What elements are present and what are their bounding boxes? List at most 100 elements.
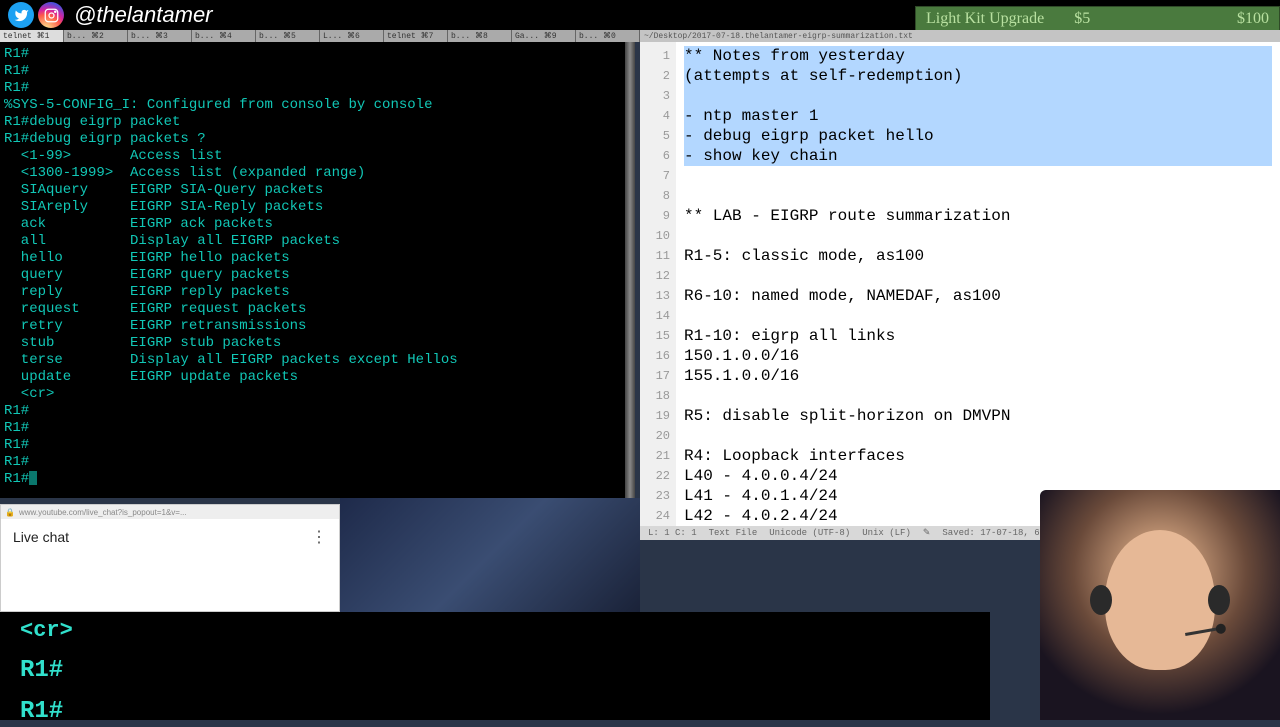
- terminal-line: hello EIGRP hello packets: [4, 250, 623, 267]
- webcam-overlay: [1040, 490, 1280, 720]
- editor-line[interactable]: R4: Loopback interfaces: [684, 446, 1272, 466]
- line-number: 23: [640, 486, 670, 506]
- line-number: 21: [640, 446, 670, 466]
- live-chat-window[interactable]: 🔒www.youtube.com/live_chat?is_popout=1&v…: [0, 504, 340, 612]
- line-number: 8: [640, 186, 670, 206]
- editor-line[interactable]: [684, 186, 1272, 206]
- terminal-tab[interactable]: b... ⌘4: [192, 30, 256, 42]
- line-number: 10: [640, 226, 670, 246]
- editor-line[interactable]: L40 - 4.0.0.4/24: [684, 466, 1272, 486]
- terminal-tab-bar[interactable]: telnet ⌘1b... ⌘2b... ⌘3b... ⌘4b... ⌘5L..…: [0, 30, 640, 42]
- editor-line[interactable]: - ntp master 1: [684, 106, 1272, 126]
- terminal-tab[interactable]: Ga... ⌘9: [512, 30, 576, 42]
- terminal-line: R1#: [4, 454, 623, 471]
- file-type: Text File: [709, 523, 758, 543]
- editor-line[interactable]: ** Notes from yesterday: [684, 46, 1272, 66]
- terminal-prompt[interactable]: R1#: [4, 471, 623, 488]
- terminal-line: <1-99> Access list: [4, 148, 623, 165]
- line-number: 18: [640, 386, 670, 406]
- line-number: 5: [640, 126, 670, 146]
- donation-goal-bar: Light Kit Upgrade $5 $100: [915, 6, 1280, 32]
- terminal-line: R1#debug eigrp packets ?: [4, 131, 623, 148]
- editor-line[interactable]: [684, 386, 1272, 406]
- pane-resize-handle[interactable]: [625, 42, 635, 498]
- editor-line[interactable]: R1-5: classic mode, as100: [684, 246, 1272, 266]
- terminal-tab[interactable]: b... ⌘3: [128, 30, 192, 42]
- terminal-line: terse Display all EIGRP packets except H…: [4, 352, 623, 369]
- instagram-icon[interactable]: [38, 2, 64, 28]
- line-number: 20: [640, 426, 670, 446]
- line-number: 1: [640, 46, 670, 66]
- editor-title-bar: ~/Desktop/2017-07-18.thelantamer-eigrp-s…: [640, 30, 1280, 42]
- terminal-zoom-strip: <cr> R1# R1#: [0, 612, 990, 720]
- line-number: 17: [640, 366, 670, 386]
- line-number: 16: [640, 346, 670, 366]
- terminal-line: R1#: [4, 63, 623, 80]
- line-endings: Unix (LF): [862, 523, 911, 543]
- editor-line[interactable]: [684, 166, 1272, 186]
- line-number: 13: [640, 286, 670, 306]
- editor-line[interactable]: [684, 86, 1272, 106]
- line-number: 19: [640, 406, 670, 426]
- editor-line[interactable]: - debug eigrp packet hello: [684, 126, 1272, 146]
- donation-label: Light Kit Upgrade: [926, 10, 1044, 28]
- terminal-line: <1300-1999> Access list (expanded range): [4, 165, 623, 182]
- text-editor-panel[interactable]: 123456789101112131415161718192021222324 …: [640, 42, 1280, 540]
- terminal-panel[interactable]: R1#R1#R1#%SYS-5-CONFIG_I: Configured fro…: [0, 42, 627, 498]
- terminal-line: R1#: [4, 46, 623, 63]
- line-number-gutter: 123456789101112131415161718192021222324: [640, 42, 676, 530]
- donation-goal: $100: [1237, 10, 1269, 28]
- line-number: 3: [640, 86, 670, 106]
- editor-line[interactable]: [684, 226, 1272, 246]
- terminal-tab[interactable]: L... ⌘6: [320, 30, 384, 42]
- cursor-position: L: 1 C: 1: [648, 523, 697, 543]
- terminal-line: R1#: [4, 420, 623, 437]
- line-number: 11: [640, 246, 670, 266]
- line-number: 6: [640, 146, 670, 166]
- terminal-line: stub EIGRP stub packets: [4, 335, 623, 352]
- editor-line[interactable]: (attempts at self-redemption): [684, 66, 1272, 86]
- editor-line[interactable]: ** LAB - EIGRP route summarization: [684, 206, 1272, 226]
- editor-line[interactable]: [684, 266, 1272, 286]
- encoding: Unicode (UTF-8): [769, 523, 850, 543]
- editor-line[interactable]: [684, 426, 1272, 446]
- terminal-tab[interactable]: b... ⌘2: [64, 30, 128, 42]
- editor-line[interactable]: [684, 306, 1272, 326]
- terminal-line: update EIGRP update packets: [4, 369, 623, 386]
- chat-address-bar: 🔒www.youtube.com/live_chat?is_popout=1&v…: [1, 505, 339, 519]
- line-number: 15: [640, 326, 670, 346]
- zoom-line-1: <cr>: [20, 618, 970, 643]
- terminal-tab[interactable]: b... ⌘5: [256, 30, 320, 42]
- terminal-tab[interactable]: telnet ⌘7: [384, 30, 448, 42]
- line-number: 7: [640, 166, 670, 186]
- editor-line[interactable]: 155.1.0.0/16: [684, 366, 1272, 386]
- terminal-tab[interactable]: b... ⌘0: [576, 30, 640, 42]
- editor-line[interactable]: - show key chain: [684, 146, 1272, 166]
- twitter-icon[interactable]: [8, 2, 34, 28]
- chat-title: Live chat: [13, 529, 69, 545]
- terminal-tab[interactable]: telnet ⌘1: [0, 30, 64, 42]
- editor-line[interactable]: R6-10: named mode, NAMEDAF, as100: [684, 286, 1272, 306]
- social-handle: @thelantamer: [74, 2, 213, 28]
- zoom-line-3: R1#: [20, 698, 970, 725]
- terminal-line: R1#: [4, 80, 623, 97]
- terminal-line: R1#: [4, 437, 623, 454]
- chat-menu-icon[interactable]: ⋮: [311, 527, 327, 547]
- line-number: 14: [640, 306, 670, 326]
- editor-line[interactable]: R1-10: eigrp all links: [684, 326, 1272, 346]
- pencil-icon: ✎: [923, 523, 931, 543]
- editor-content[interactable]: ** Notes from yesterday(attempts at self…: [676, 42, 1280, 530]
- desktop-wallpaper: [340, 498, 640, 613]
- zoom-line-2: R1#: [20, 657, 970, 684]
- editor-line[interactable]: R5: disable split-horizon on DMVPN: [684, 406, 1272, 426]
- terminal-line: SIAreply EIGRP SIA-Reply packets: [4, 199, 623, 216]
- terminal-line: retry EIGRP retransmissions: [4, 318, 623, 335]
- terminal-tab[interactable]: b... ⌘8: [448, 30, 512, 42]
- line-number: 4: [640, 106, 670, 126]
- terminal-line: reply EIGRP reply packets: [4, 284, 623, 301]
- line-number: 12: [640, 266, 670, 286]
- editor-line[interactable]: 150.1.0.0/16: [684, 346, 1272, 366]
- terminal-line: <cr>: [4, 386, 623, 403]
- terminal-line: R1#debug eigrp packet: [4, 114, 623, 131]
- terminal-line: SIAquery EIGRP SIA-Query packets: [4, 182, 623, 199]
